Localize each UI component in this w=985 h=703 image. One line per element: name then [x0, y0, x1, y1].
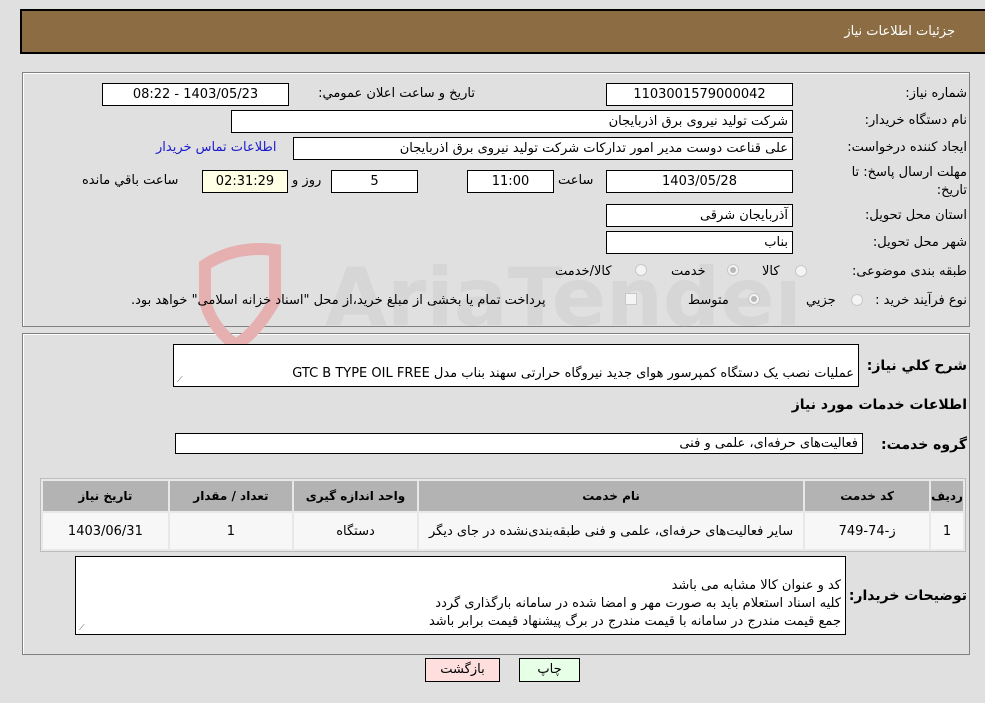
category-radio-service[interactable] [727, 264, 739, 276]
services-section-title: اطلاعات خدمات مورد نیاز [791, 397, 967, 413]
back-button[interactable]: بازگشت [425, 658, 500, 682]
buyer-notes-textarea[interactable]: کد و عنوان کالا مشابه می باشد کلیه اسناد… [75, 556, 846, 635]
purchase-type-option-medium: متوسط [688, 293, 729, 308]
need-number-label: شماره نیاز: [905, 86, 967, 101]
purchase-type-radio-medium[interactable] [748, 293, 760, 305]
col-header-quantity: تعداد / مقدار [169, 481, 293, 511]
cell-row-number: 1 [931, 513, 963, 549]
service-group-field: فعالیت‌های حرفه‌ای، علمی و فنی [175, 433, 863, 454]
category-radio-goods[interactable] [795, 265, 807, 277]
col-header-unit: واحد اندازه گیری [294, 481, 417, 511]
description-text: عملیات نصب یک دستگاه کمپرسور هوای جدید ن… [292, 366, 854, 381]
need-number-field: 1103001579000042 [606, 83, 793, 106]
remaining-days-field: 5 [331, 170, 418, 193]
province-label: استان محل تحویل: [865, 208, 967, 223]
category-label: طبقه بندی موضوعی: [851, 264, 967, 279]
category-option-goods-service: کالا/خدمت [555, 264, 612, 279]
table-header-row: ردیف کد خدمت نام خدمت واحد اندازه گیری ت… [43, 481, 963, 511]
requester-label: ایجاد کننده درخواست: [847, 140, 967, 155]
page-title: جزئیات اطلاعات نیاز [844, 24, 955, 39]
deadline-label: مهلت ارسال پاسخ: تا تاریخ: [851, 165, 967, 198]
buyer-org-label: نام دستگاه خریدار: [864, 113, 967, 128]
resize-grip-icon[interactable]: ⟋ [79, 624, 87, 632]
col-header-service-code: کد خدمت [805, 481, 930, 511]
col-header-need-date: تاریخ نیاز [43, 481, 168, 511]
remaining-time-field: 02:31:29 [202, 170, 288, 193]
buyer-contact-link[interactable]: اطلاعات تماس خریدار [156, 140, 276, 155]
city-label: شهر محل تحویل: [872, 235, 967, 250]
deadline-date-field: 1403/05/28 [606, 170, 793, 193]
cell-quantity: 1 [169, 513, 293, 549]
cell-unit: دستگاه [294, 513, 417, 549]
remaining-days-label: روز و [292, 173, 322, 188]
category-option-service: خدمت [671, 264, 706, 279]
buyer-notes-label: توضیحات خریدار: [848, 588, 967, 604]
page-header: جزئیات اطلاعات نیاز [20, 9, 985, 54]
announce-datetime-label: تاریخ و ساعت اعلان عمومي: [318, 86, 475, 101]
print-button[interactable]: چاپ [519, 658, 580, 682]
announce-datetime-field: 1403/05/23 - 08:22 [102, 83, 289, 106]
purchase-type-radio-minor[interactable] [851, 294, 863, 306]
cell-service-name: سایر فعالیت‌های حرفه‌ای، علمی و فنی طبقه… [418, 513, 804, 549]
treasury-checkbox[interactable] [625, 293, 637, 305]
cell-service-code: ز-74-749 [805, 513, 930, 549]
remaining-time-label: ساعت باقي مانده [82, 173, 179, 188]
buyer-org-field: شرکت تولید نیروی برق اذربایجان [231, 110, 793, 133]
table-row: 1 ز-74-749 سایر فعالیت‌های حرفه‌ای، علمی… [43, 513, 963, 549]
description-textarea[interactable]: عملیات نصب یک دستگاه کمپرسور هوای جدید ن… [173, 344, 859, 387]
category-option-goods: کالا [762, 264, 780, 279]
description-label: شرح كلي نياز: [866, 358, 967, 374]
purchase-type-option-minor: جزيي [806, 293, 836, 308]
province-field: آذربایجان شرقی [606, 204, 793, 227]
buyer-notes-text: کد و عنوان کالا مشابه می باشد کلیه اسناد… [428, 578, 841, 629]
treasury-note: پرداخت تمام یا بخشی از مبلغ خرید،از محل … [131, 293, 546, 308]
deadline-time-field: 11:00 [467, 170, 554, 193]
services-table: ردیف کد خدمت نام خدمت واحد اندازه گیری ت… [40, 478, 966, 552]
resize-grip-icon[interactable]: ⟋ [177, 376, 185, 384]
city-field: بناب [606, 231, 793, 254]
category-radio-goods-service[interactable] [635, 264, 647, 276]
deadline-time-label: ساعت [558, 173, 594, 188]
service-group-label: گروه خدمت: [881, 437, 967, 453]
purchase-type-label: نوع فرآیند خرید : [875, 293, 967, 308]
col-header-row-number: ردیف [931, 481, 963, 511]
col-header-service-name: نام خدمت [418, 481, 804, 511]
cell-need-date: 1403/06/31 [43, 513, 168, 549]
requester-field: علی قناعت دوست مدیر امور تدارکات شرکت تو… [293, 137, 793, 160]
